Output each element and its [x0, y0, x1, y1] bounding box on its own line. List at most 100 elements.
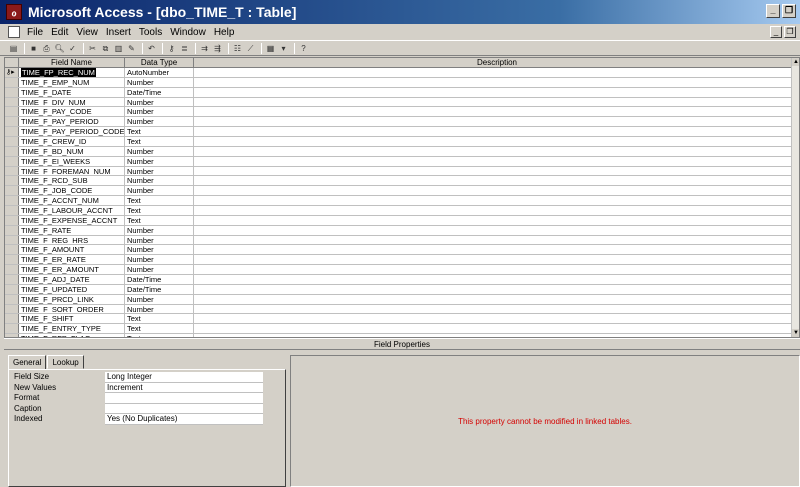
- copy-icon[interactable]: ⧉: [100, 43, 111, 54]
- field-name-cell[interactable]: TIME_F_FOREMAN_NUM: [19, 166, 125, 176]
- field-name-cell[interactable]: TIME_F_SHIFT: [19, 314, 125, 324]
- build-icon[interactable]: ⟋: [245, 43, 256, 54]
- format-painter-icon[interactable]: ✎: [126, 43, 137, 54]
- field-row[interactable]: TIME_F_ADJ_DATE Date/Time: [5, 275, 794, 285]
- row-selector[interactable]: [5, 127, 19, 137]
- field-row[interactable]: TIME_F_JOB_CODE Number: [5, 186, 794, 197]
- field-name-cell[interactable]: TIME_F_JOB_CODE: [19, 186, 125, 196]
- data-type-cell[interactable]: Number: [125, 265, 194, 275]
- database-window-icon[interactable]: ▦: [265, 43, 276, 54]
- new-object-icon[interactable]: ▾: [278, 43, 289, 54]
- field-row[interactable]: TIME_F_SHIFT Text: [5, 314, 794, 325]
- data-type-cell[interactable]: Number: [125, 77, 194, 87]
- delete-rows-icon[interactable]: ⇶: [212, 43, 223, 54]
- menu-help[interactable]: Help: [210, 27, 239, 38]
- menu-view[interactable]: View: [72, 27, 102, 38]
- field-name-cell[interactable]: TIME_F_EI_WEEKS: [19, 156, 125, 166]
- field-row[interactable]: TIME_F_ER_AMOUNT Number: [5, 265, 794, 276]
- field-name-cell[interactable]: TIME_F_BD_NUM: [19, 146, 125, 156]
- description-cell[interactable]: [194, 97, 794, 107]
- field-name-cell[interactable]: TIME_FP_REC_NUM: [19, 68, 125, 77]
- field-row[interactable]: TIME_F_PRCD_LINK Number: [5, 294, 794, 305]
- row-selector[interactable]: [5, 235, 19, 245]
- grid-vertical-scrollbar[interactable]: ▲ ▼: [791, 58, 799, 337]
- menu-window[interactable]: Window: [166, 27, 210, 38]
- cut-icon[interactable]: ✂: [87, 43, 98, 54]
- field-name-cell[interactable]: TIME_F_SORT_ORDER: [19, 304, 125, 314]
- data-type-cell[interactable]: Text: [125, 206, 194, 215]
- row-selector[interactable]: [5, 137, 19, 146]
- field-name-cell[interactable]: TIME_F_EMP_NUM: [19, 77, 125, 87]
- row-selector[interactable]: [5, 87, 19, 97]
- scroll-up-arrow-icon[interactable]: ▲: [792, 58, 799, 66]
- data-type-cell[interactable]: Date/Time: [125, 87, 194, 97]
- field-name-cell[interactable]: TIME_F_EXPENSE_ACCNT: [19, 215, 125, 225]
- field-row[interactable]: TIME_F_PAY_PERIOD Number: [5, 117, 794, 128]
- field-row[interactable]: TIME_F_EMP_NUM Number: [5, 77, 794, 88]
- field-name-cell[interactable]: TIME_F_REG_HRS: [19, 235, 125, 245]
- row-selector[interactable]: [5, 107, 19, 117]
- property-value-field[interactable]: Yes (No Duplicates): [105, 414, 263, 425]
- help-icon[interactable]: ?: [298, 43, 309, 54]
- field-name-cell[interactable]: TIME_F_RCD_SUB: [19, 176, 125, 186]
- description-cell[interactable]: [194, 87, 794, 97]
- field-row[interactable]: TIME_F_RATE Number: [5, 225, 794, 236]
- data-type-cell[interactable]: Date/Time: [125, 284, 194, 294]
- row-selector[interactable]: [5, 215, 19, 225]
- description-cell[interactable]: [194, 235, 794, 245]
- field-name-cell[interactable]: TIME_F_CREW_ID: [19, 137, 125, 146]
- field-row[interactable]: TIME_F_ER_RATE Number: [5, 255, 794, 266]
- row-selector[interactable]: [5, 324, 19, 334]
- data-type-cell[interactable]: Number: [125, 97, 194, 107]
- row-selector[interactable]: [5, 166, 19, 176]
- field-name-cell[interactable]: TIME_F_PAY_CODE: [19, 107, 125, 117]
- spelling-icon[interactable]: ✓: [67, 43, 78, 54]
- data-type-cell[interactable]: Number: [125, 294, 194, 304]
- field-name-cell[interactable]: TIME_F_PAY_PERIOD: [19, 117, 125, 127]
- description-cell[interactable]: [194, 265, 794, 275]
- description-cell[interactable]: [194, 294, 794, 304]
- table-window-icon[interactable]: [8, 26, 20, 38]
- row-selector[interactable]: [5, 146, 19, 156]
- field-row[interactable]: TIME_F_BD_NUM Number: [5, 146, 794, 157]
- description-cell[interactable]: [194, 324, 794, 334]
- description-cell[interactable]: [194, 166, 794, 176]
- field-row[interactable]: TIME_F_EI_WEEKS Number: [5, 156, 794, 167]
- data-type-cell[interactable]: Number: [125, 117, 194, 127]
- menu-edit[interactable]: Edit: [47, 27, 72, 38]
- description-cell[interactable]: [194, 156, 794, 166]
- menu-tools[interactable]: Tools: [135, 27, 166, 38]
- data-type-cell[interactable]: Text: [125, 137, 194, 146]
- paste-icon[interactable]: ▥: [113, 43, 124, 54]
- description-cell[interactable]: [194, 186, 794, 196]
- data-type-cell[interactable]: Text: [125, 314, 194, 324]
- field-name-cell[interactable]: TIME_F_RATE: [19, 225, 125, 235]
- description-cell[interactable]: [194, 304, 794, 314]
- row-selector[interactable]: [5, 77, 19, 87]
- field-row[interactable]: TIME_F_AMOUNT Number: [5, 245, 794, 256]
- data-type-cell[interactable]: Number: [125, 176, 194, 186]
- data-type-cell[interactable]: Text: [125, 215, 194, 225]
- data-type-cell[interactable]: Number: [125, 225, 194, 235]
- minimize-button[interactable]: _: [766, 4, 780, 18]
- description-cell[interactable]: [194, 206, 794, 215]
- field-row[interactable]: TIME_F_RCD_SUB Number: [5, 176, 794, 187]
- save-icon[interactable]: ■: [28, 43, 39, 54]
- print-preview-icon[interactable]: 🔍︎: [54, 43, 65, 54]
- row-selector[interactable]: [5, 117, 19, 127]
- row-selector[interactable]: [5, 314, 19, 324]
- data-type-cell[interactable]: Date/Time: [125, 275, 194, 284]
- field-row[interactable]: TIME_F_PAY_CODE Number: [5, 107, 794, 118]
- field-row[interactable]: TIME_F_UPDATED Date/Time: [5, 284, 794, 295]
- row-selector[interactable]: [5, 186, 19, 196]
- description-cell[interactable]: [194, 127, 794, 137]
- field-name-cell[interactable]: TIME_F_ER_AMOUNT: [19, 265, 125, 275]
- data-type-cell[interactable]: Number: [125, 245, 194, 255]
- data-type-cell[interactable]: Text: [125, 196, 194, 206]
- field-name-cell[interactable]: TIME_F_ER_RATE: [19, 255, 125, 265]
- field-row[interactable]: TIME_F_ENTRY_TYPE Text: [5, 324, 794, 335]
- menu-insert[interactable]: Insert: [102, 27, 135, 38]
- description-cell[interactable]: [194, 255, 794, 265]
- field-row[interactable]: TIME_F_ACCNT_NUM Text: [5, 196, 794, 207]
- field-name-cell[interactable]: TIME_F_DATE: [19, 87, 125, 97]
